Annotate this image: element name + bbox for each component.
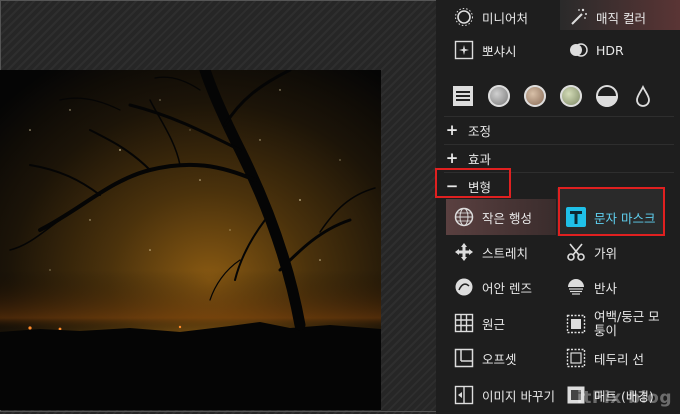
expand-icon: + (445, 149, 459, 167)
tool-perspective[interactable]: 원근 (454, 309, 505, 337)
tool-label: 작은 행성 (482, 210, 532, 226)
text-t-icon (566, 207, 586, 227)
collapse-icon: − (445, 177, 459, 195)
tool-label: 매직 컬러 (596, 10, 646, 26)
sun-dial-icon (454, 7, 474, 27)
list-menu-icon[interactable] (452, 85, 474, 107)
tool-label-line2: 퉁이 (594, 323, 618, 338)
tool-fisheye[interactable]: 어안 렌즈 (454, 273, 532, 301)
globe-icon (454, 207, 474, 227)
tool-label: 이미지 바꾸기 (482, 388, 555, 404)
section-label: 효과 (468, 151, 492, 167)
tool-border-line[interactable]: 테두리 선 (566, 344, 644, 372)
section-transform[interactable]: − 변형 (444, 172, 674, 199)
offset-icon (454, 348, 474, 368)
preset-sepia-icon[interactable] (524, 85, 546, 107)
tool-label: 미니어처 (482, 10, 529, 26)
tool-label: 여백/둥근 모 (594, 309, 660, 324)
tool-label: 어안 렌즈 (482, 280, 532, 296)
photo-preview (0, 70, 381, 410)
perspective-grid-icon (454, 313, 474, 333)
section-adjust[interactable]: + 조정 (444, 116, 674, 143)
preset-row (452, 82, 672, 110)
preset-green-icon[interactable] (560, 85, 582, 107)
magic-wand-icon (568, 7, 588, 27)
tool-offset[interactable]: 오프셋 (454, 344, 517, 372)
tool-label: HDR (596, 42, 624, 58)
tool-label: 반사 (594, 280, 618, 296)
tool-label: 테두리 선 (594, 351, 644, 367)
expand-icon: + (445, 121, 459, 139)
tool-label-wrap: 여백/둥근 모 퉁이 (594, 310, 660, 338)
tool-label: 원근 (482, 316, 506, 332)
replace-image-icon (454, 385, 474, 405)
tool-magic-color[interactable]: 매직 컬러 (568, 3, 646, 31)
scissors-icon (566, 242, 586, 262)
tool-stretch[interactable]: 스트레치 (454, 238, 528, 266)
tool-small-planet[interactable]: 작은 행성 (454, 203, 532, 231)
section-label: 조정 (468, 123, 492, 139)
preset-gray-icon[interactable] (488, 85, 510, 107)
fisheye-lens-icon (454, 277, 474, 297)
tool-margin-rounded[interactable]: 여백/둥근 모 퉁이 (566, 307, 660, 341)
sparkle-icon (454, 40, 474, 60)
tool-label: 문자 마스크 (594, 210, 656, 226)
watermark: itFix blog (576, 388, 672, 408)
drop-icon[interactable] (632, 85, 654, 107)
night-sky-photo (0, 70, 381, 410)
move-arrows-icon (454, 242, 474, 262)
margin-frame-icon (566, 314, 586, 334)
tool-cut[interactable]: 가위 (566, 238, 617, 266)
tool-hdr[interactable]: HDR (568, 36, 624, 64)
tool-label: 오프셋 (482, 351, 517, 367)
tool-sparkle[interactable]: 뽀샤시 (454, 36, 517, 64)
tool-reflect[interactable]: 반사 (566, 273, 617, 301)
tool-replace-image[interactable]: 이미지 바꾸기 (454, 381, 555, 409)
half-circle-icon[interactable] (596, 85, 618, 107)
hdr-icon (568, 40, 588, 60)
section-label: 변형 (468, 179, 492, 195)
border-line-icon (566, 348, 586, 368)
tool-text-mask[interactable]: 문자 마스크 (566, 203, 655, 231)
reflect-icon (566, 277, 586, 297)
section-effect[interactable]: + 효과 (444, 144, 674, 171)
tool-miniature[interactable]: 미니어처 (454, 3, 528, 31)
tool-label: 뽀샤시 (482, 43, 517, 59)
tool-label: 가위 (594, 245, 618, 261)
tool-label: 스트레치 (482, 245, 529, 261)
